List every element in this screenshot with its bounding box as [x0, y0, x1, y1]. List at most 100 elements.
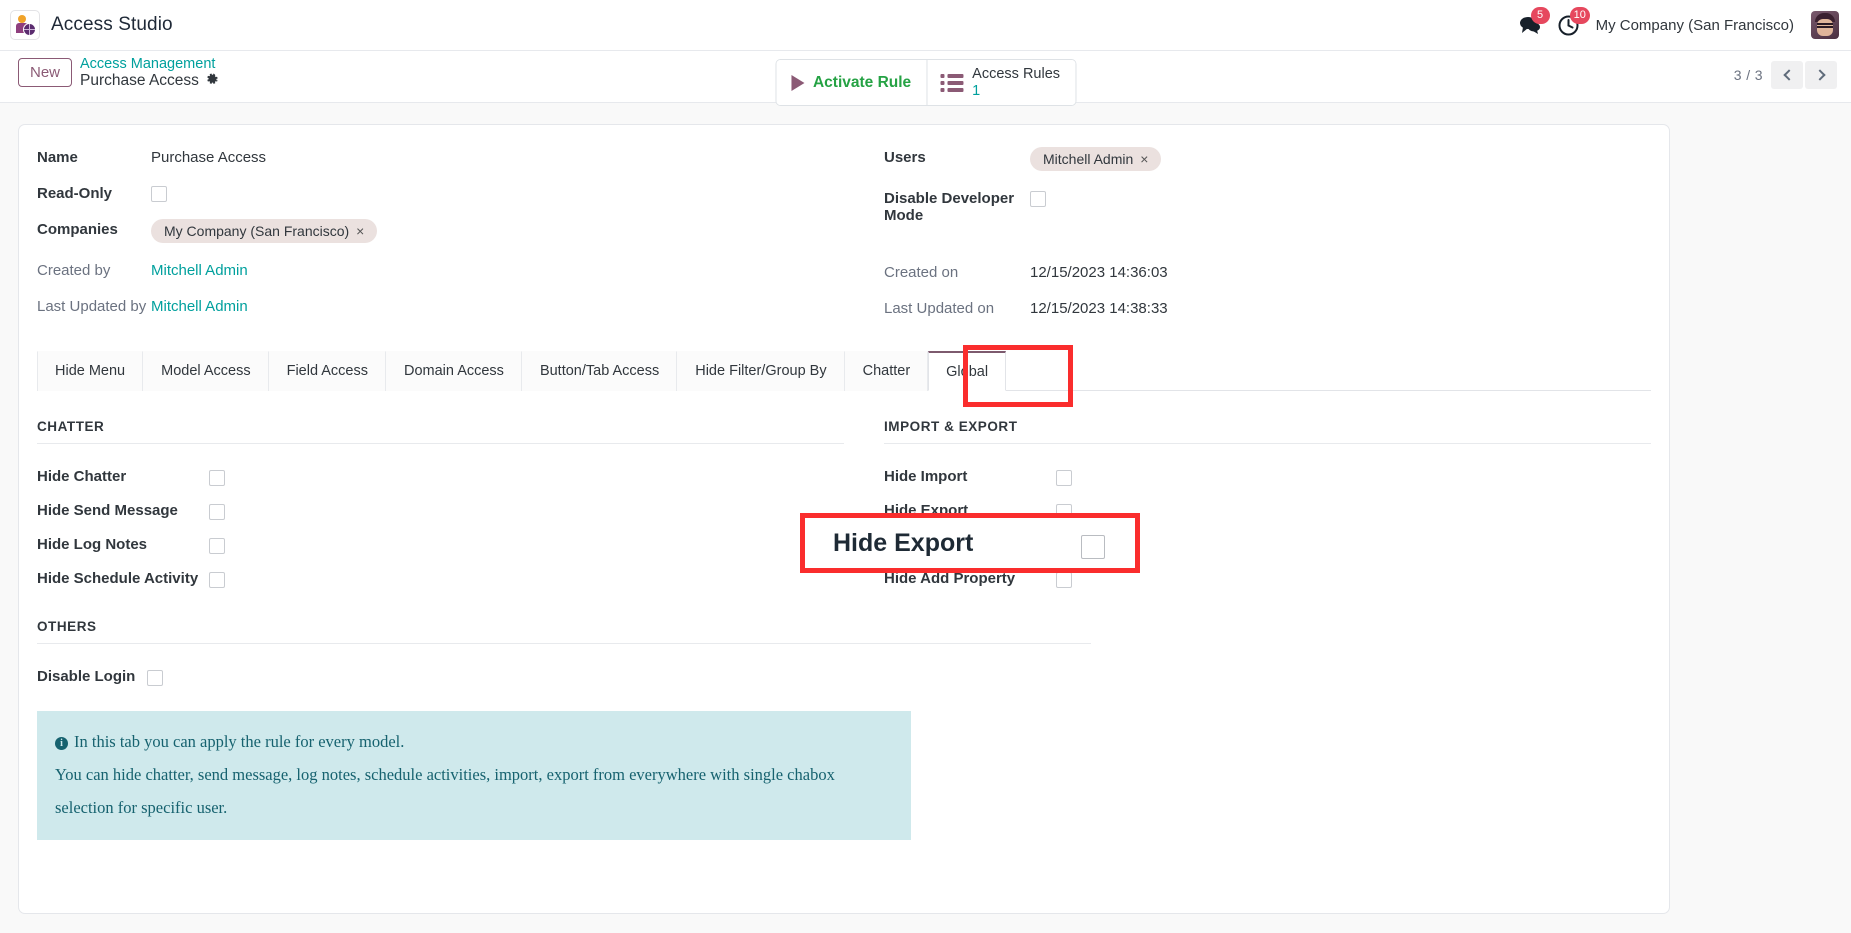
import-export-group: IMPORT & EXPORT Hide Import Hide Export … [844, 419, 1651, 595]
disable-login-checkbox[interactable] [147, 670, 163, 686]
field-name: Name Purchase Access [37, 147, 844, 166]
users-tag[interactable]: Mitchell Admin × [1030, 147, 1161, 171]
breadcrumb: Access Management Purchase Access [80, 56, 219, 90]
form-column-left: Name Purchase Access Read-Only Companies… [37, 147, 844, 334]
global-tab-pane: CHATTER Hide Chatter Hide Send Message H… [19, 391, 1669, 595]
field-created-on: Created on 12/15/2023 14:36:03 [884, 262, 1651, 281]
field-name-label: Name [37, 147, 151, 166]
tab-hide-filter-group-by[interactable]: Hide Filter/Group By [677, 351, 844, 391]
activities-button[interactable]: 10 [1558, 15, 1579, 36]
import-export-section-title: IMPORT & EXPORT [884, 419, 1651, 444]
hide-add-property-checkbox[interactable] [1056, 572, 1072, 588]
hide-schedule-activity-checkbox[interactable] [209, 572, 225, 588]
form-column-right: Users Mitchell Admin × Disable Developer… [844, 147, 1651, 334]
info-alert-line2: You can hide chatter, send message, log … [55, 758, 893, 824]
hide-log-notes-checkbox[interactable] [209, 538, 225, 554]
hide-send-message-label: Hide Send Message [37, 502, 209, 519]
info-alert: i In this tab you can apply the rule for … [37, 711, 911, 840]
company-switcher[interactable]: My Company (San Francisco) [1596, 17, 1794, 34]
hide-import-label: Hide Import [884, 468, 1056, 485]
row-hide-chatter: Hide Chatter [37, 459, 844, 493]
field-last-updated-by-value[interactable]: Mitchell Admin [151, 296, 248, 315]
control-panel: New Access Management Purchase Access [0, 51, 1851, 103]
field-read-only: Read-Only [37, 183, 844, 202]
messages-badge: 5 [1531, 7, 1550, 24]
hide-import-checkbox[interactable] [1056, 470, 1072, 486]
app-brand[interactable]: Access Studio [0, 10, 173, 40]
tab-hide-menu[interactable]: Hide Menu [37, 351, 143, 391]
field-created-on-label: Created on [884, 262, 1030, 281]
access-studio-app-icon [10, 10, 40, 40]
field-read-only-checkbox[interactable] [151, 186, 167, 202]
breadcrumb-current-label: Purchase Access [80, 72, 199, 89]
pager: 3 / 3 [1734, 61, 1837, 89]
record-sheet: Name Purchase Access Read-Only Companies… [18, 124, 1670, 914]
others-group: OTHERS Disable Login [19, 595, 1109, 693]
hide-export-checkbox[interactable] [1056, 504, 1072, 520]
tab-global[interactable]: Global [928, 351, 1006, 391]
field-disable-developer-mode-checkbox[interactable] [1030, 191, 1046, 207]
field-created-by-value[interactable]: Mitchell Admin [151, 260, 248, 279]
field-name-value[interactable]: Purchase Access [151, 147, 266, 166]
field-disable-developer-mode-label: Disable Developer Mode [884, 188, 1030, 224]
field-last-updated-on-value: 12/15/2023 14:38:33 [1030, 298, 1168, 317]
row-hide-log-notes: Hide Log Notes [37, 527, 844, 561]
navbar-right-group: 5 10 My Company (San Francisco) [1519, 11, 1851, 39]
breadcrumb-parent-link[interactable]: Access Management [80, 56, 219, 72]
companies-tag[interactable]: My Company (San Francisco) × [151, 219, 377, 243]
field-disable-developer-mode: Disable Developer Mode [884, 188, 1651, 224]
chatter-section-title: CHATTER [37, 419, 844, 444]
info-icon: i [55, 737, 68, 750]
chevron-right-icon [1814, 69, 1825, 80]
pager-previous-button[interactable] [1771, 61, 1803, 89]
field-last-updated-on: Last Updated on 12/15/2023 14:38:33 [884, 298, 1651, 317]
field-read-only-label: Read-Only [37, 183, 151, 202]
hide-send-message-checkbox[interactable] [209, 504, 225, 520]
users-tag-label: Mitchell Admin [1043, 151, 1133, 167]
info-alert-line1: i In this tab you can apply the rule for … [55, 725, 893, 758]
pager-buttons [1771, 61, 1837, 89]
pager-value: 3 / 3 [1734, 67, 1763, 83]
others-section-title: OTHERS [37, 619, 1091, 644]
activate-rule-label: Activate Rule [813, 74, 911, 92]
hide-spreadsheet-checkbox[interactable] [1056, 538, 1072, 554]
tab-chatter[interactable]: Chatter [845, 351, 929, 391]
pager-next-button[interactable] [1805, 61, 1837, 89]
top-navbar: Access Studio 5 10 My Company (San [0, 0, 1851, 51]
messages-button[interactable]: 5 [1519, 15, 1541, 35]
list-icon [940, 74, 963, 92]
close-icon[interactable]: × [1140, 151, 1148, 167]
hide-spreadsheet-label: Hide Spreadsheet [884, 536, 1056, 553]
control-panel-buttons: Activate Rule Access Rules 1 [775, 59, 1076, 106]
gear-icon[interactable] [206, 73, 219, 88]
field-created-by-label: Created by [37, 260, 151, 279]
hide-log-notes-label: Hide Log Notes [37, 536, 209, 553]
play-icon [791, 75, 804, 91]
access-rules-stat-button[interactable]: Access Rules 1 [926, 60, 1075, 105]
row-disable-login: Disable Login [37, 659, 1091, 693]
field-users: Users Mitchell Admin × [884, 147, 1651, 171]
gear-glyph [206, 73, 219, 86]
tab-field-access[interactable]: Field Access [269, 351, 386, 391]
hide-export-label: Hide Export [884, 502, 1056, 519]
avatar[interactable] [1811, 11, 1839, 39]
close-icon[interactable]: × [356, 223, 364, 239]
tab-domain-access[interactable]: Domain Access [386, 351, 522, 391]
tab-button-tab-access[interactable]: Button/Tab Access [522, 351, 677, 391]
hide-schedule-activity-label: Hide Schedule Activity [37, 570, 209, 587]
info-alert-line1-text: In this tab you can apply the rule for e… [74, 732, 404, 751]
hide-chatter-label: Hide Chatter [37, 468, 209, 485]
chatter-group: CHATTER Hide Chatter Hide Send Message H… [37, 419, 844, 595]
companies-tag-label: My Company (San Francisco) [164, 223, 349, 239]
field-last-updated-by-label: Last Updated by [37, 296, 151, 315]
field-companies-label: Companies [37, 219, 151, 238]
field-last-updated-by: Last Updated by Mitchell Admin [37, 296, 844, 315]
control-panel-left: New Access Management Purchase Access [18, 56, 219, 90]
activate-rule-button[interactable]: Activate Rule [776, 60, 926, 105]
row-hide-import: Hide Import [884, 459, 1651, 493]
new-button[interactable]: New [18, 58, 72, 87]
tab-model-access[interactable]: Model Access [143, 351, 268, 391]
form-columns: Name Purchase Access Read-Only Companies… [19, 125, 1669, 334]
field-users-label: Users [884, 147, 1030, 166]
hide-chatter-checkbox[interactable] [209, 470, 225, 486]
